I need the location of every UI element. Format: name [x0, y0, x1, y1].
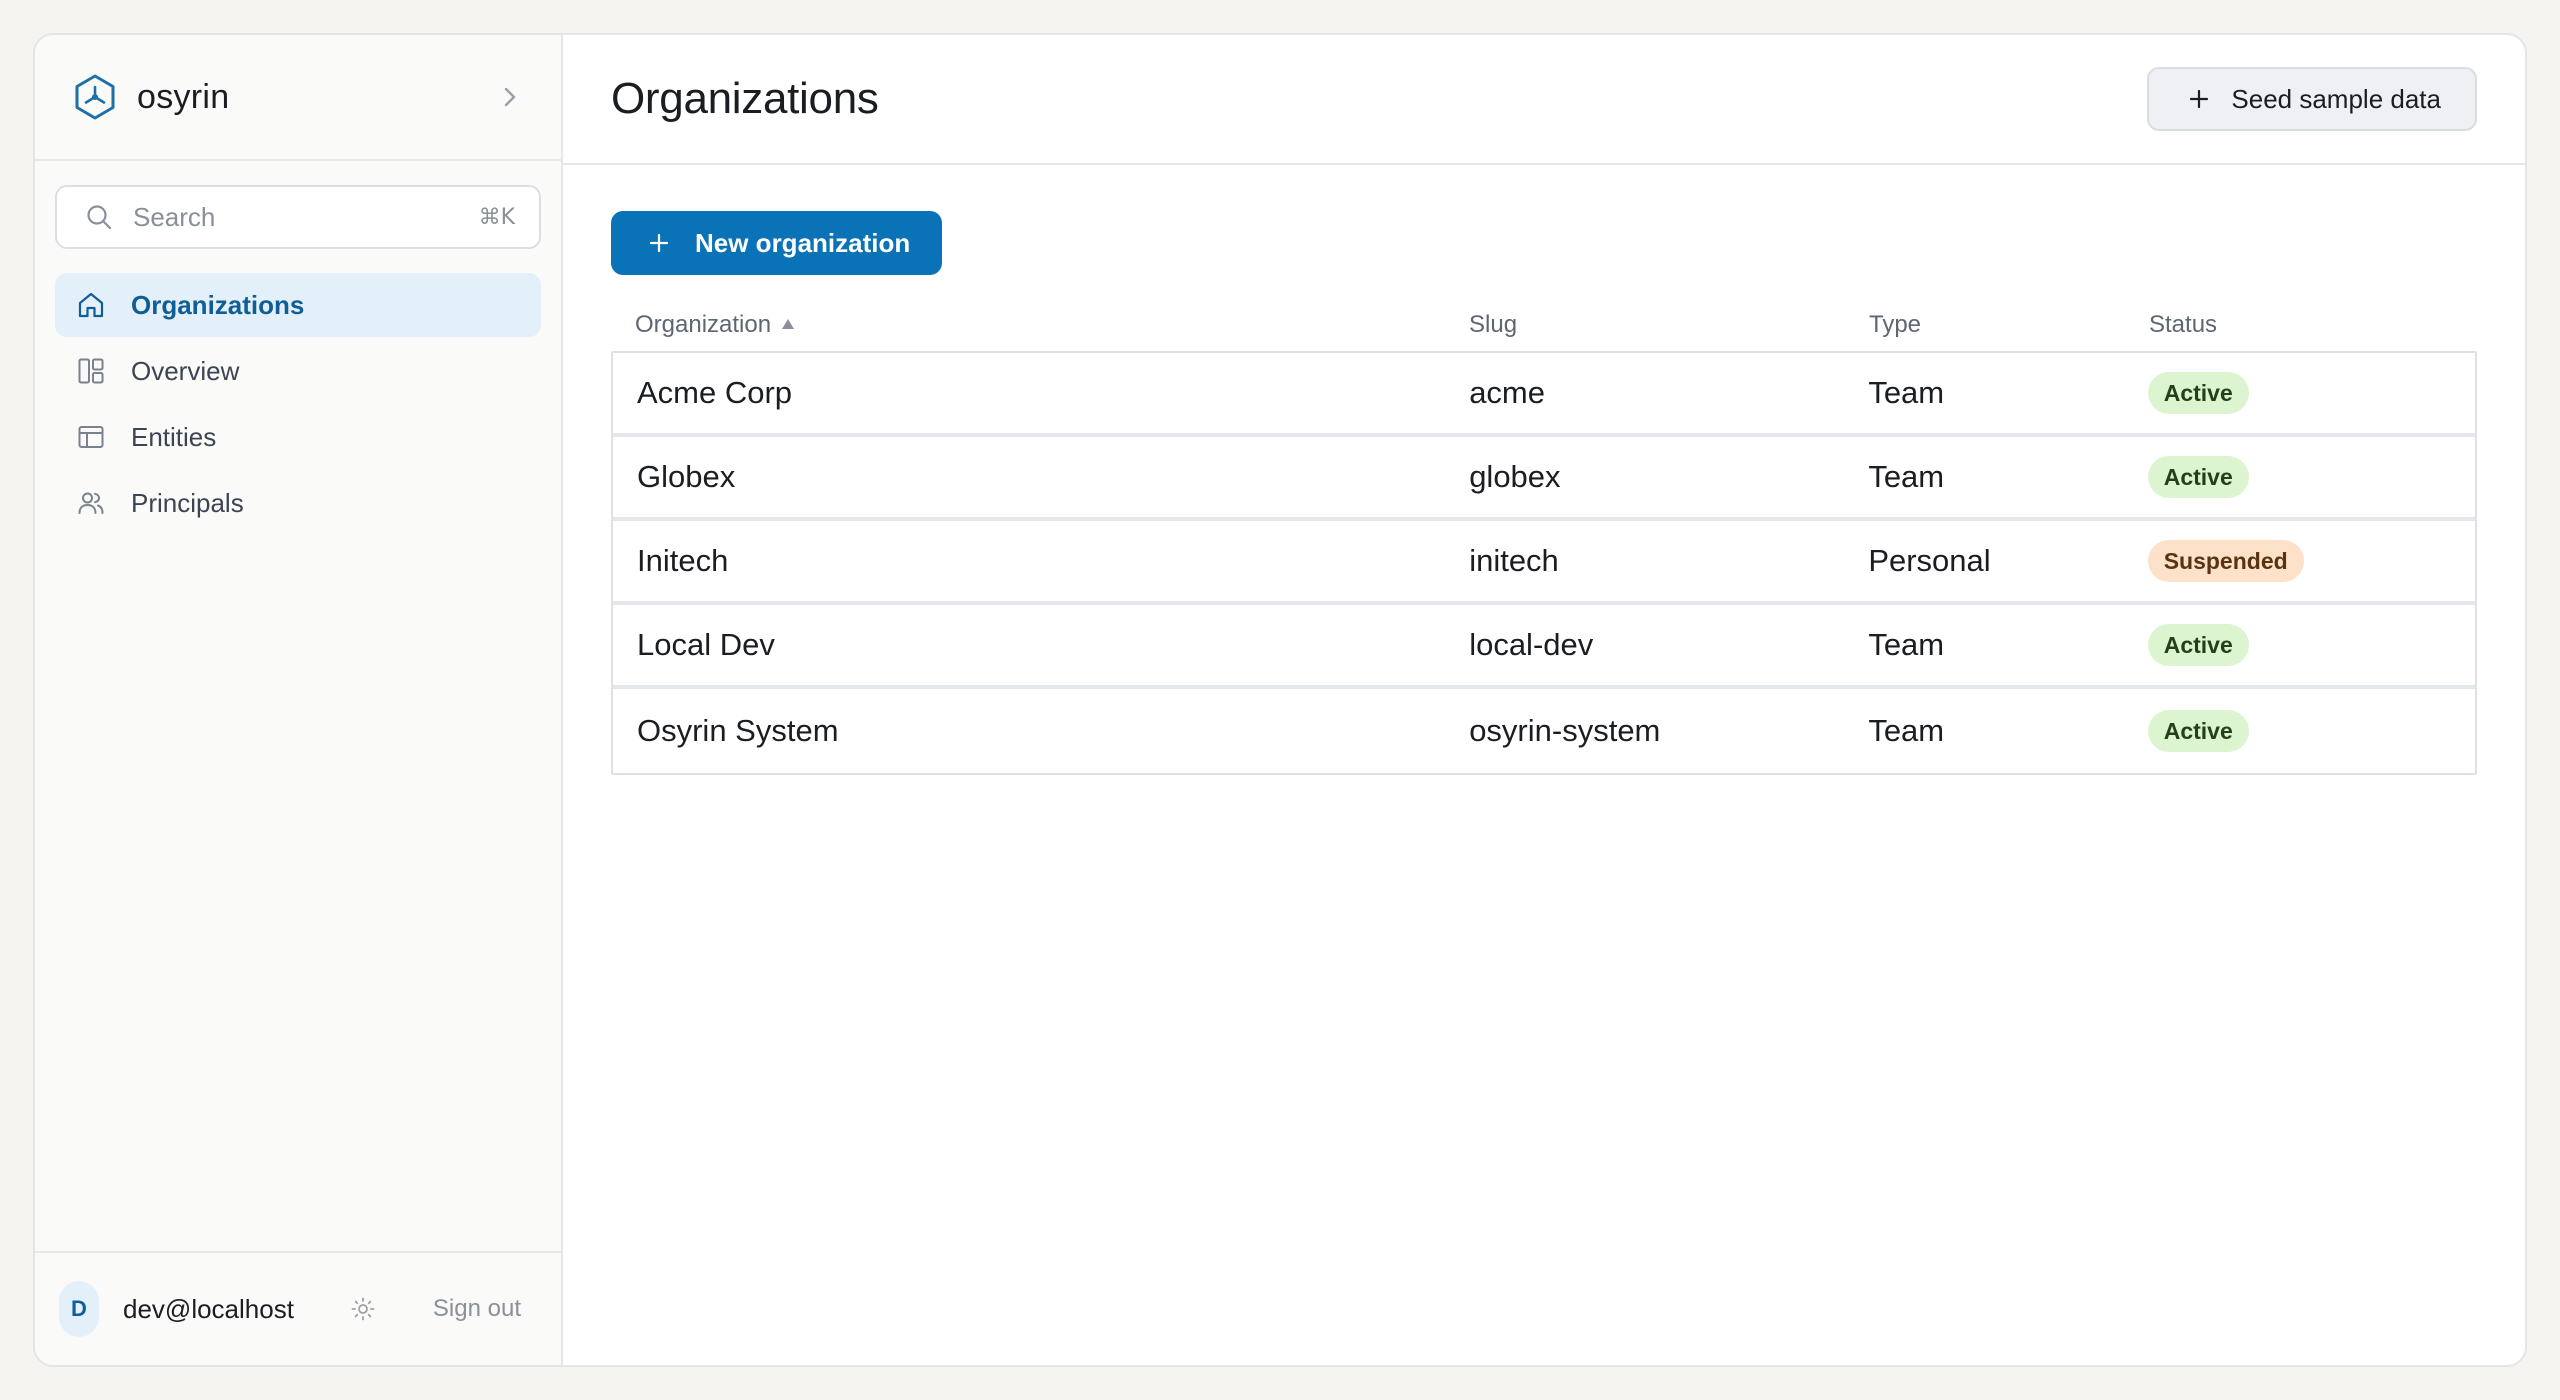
table-row[interactable]: Local Dev local-dev Team Active — [613, 605, 2475, 689]
status-badge: Active — [2147, 624, 2249, 666]
cell-organization: Local Dev — [637, 627, 775, 662]
seed-sample-data-button[interactable]: Seed sample data — [2147, 67, 2477, 131]
app-window: osyrin Search ⌘K Organizations Overview … — [33, 33, 2527, 1367]
cell-organization: Initech — [637, 543, 729, 578]
hexagon-logo-icon — [71, 72, 119, 122]
cell-slug: local-dev — [1469, 627, 1594, 662]
brand-name: osyrin — [137, 77, 230, 116]
column-header-status[interactable]: Status — [2149, 311, 2477, 339]
cell-slug: initech — [1469, 543, 1559, 578]
sort-ascending-icon — [779, 316, 797, 334]
cell-slug: osyrin-system — [1469, 713, 1661, 748]
status-badge: Active — [2147, 456, 2249, 498]
organizations-table: Organization Slug Type Status Acme Corp … — [611, 299, 2477, 775]
column-header-label: Organization — [635, 311, 772, 338]
sidebar-item-label: Organizations — [131, 289, 305, 320]
sidebar-item-principals[interactable]: Principals — [55, 471, 541, 535]
chevron-right-icon[interactable] — [495, 82, 525, 112]
page-title: Organizations — [611, 74, 879, 123]
cell-slug: globex — [1469, 459, 1561, 494]
column-header-slug[interactable]: Slug — [1469, 311, 1869, 339]
new-organization-label: New organization — [695, 227, 911, 258]
cell-type: Team — [1868, 627, 1945, 662]
organizations-section: New organization Organization Slug Type … — [563, 165, 2525, 775]
page-header: Organizations Seed sample data — [563, 35, 2525, 165]
cell-type: Team — [1868, 459, 1945, 494]
sidebar-item-label: Overview — [131, 355, 240, 386]
cell-organization: Acme Corp — [637, 375, 793, 410]
main-content: Organizations Seed sample data New organ… — [563, 35, 2525, 1365]
table-header: Organization Slug Type Status — [611, 299, 2477, 351]
column-header-type[interactable]: Type — [1869, 311, 2149, 339]
user-footer: D dev@localhost Sign out — [35, 1251, 561, 1365]
cell-type: Team — [1868, 713, 1945, 748]
search-icon — [85, 202, 115, 232]
avatar: D — [59, 1281, 99, 1337]
sidebar: osyrin Search ⌘K Organizations Overview … — [35, 35, 563, 1365]
search-input[interactable]: Search ⌘K — [55, 185, 541, 249]
sidebar-item-label: Principals — [131, 487, 244, 518]
cell-status: Suspended — [2147, 540, 2475, 582]
cell-slug: acme — [1469, 375, 1545, 410]
sidebar-nav: Organizations Overview Entities Principa… — [55, 273, 541, 535]
table-row[interactable]: Acme Corp acme Team Active — [613, 353, 2475, 437]
seed-sample-data-label: Seed sample data — [2231, 83, 2441, 114]
dashboard-icon — [75, 355, 107, 387]
brand-header: osyrin — [35, 35, 561, 161]
sidebar-item-label: Entities — [131, 421, 217, 452]
home-icon — [75, 289, 107, 321]
table-row[interactable]: Initech initech Personal Suspended — [613, 521, 2475, 605]
cell-organization: Osyrin System — [637, 713, 839, 748]
status-badge: Suspended — [2147, 540, 2304, 582]
users-icon — [75, 487, 107, 519]
user-email: dev@localhost — [123, 1293, 294, 1324]
status-badge: Active — [2147, 372, 2249, 414]
column-header-organization[interactable]: Organization — [611, 311, 1469, 339]
status-badge: Active — [2147, 710, 2249, 752]
table-row[interactable]: Globex globex Team Active — [613, 437, 2475, 521]
sidebar-item-organizations[interactable]: Organizations — [55, 273, 541, 337]
cell-type: Personal — [1868, 543, 1991, 578]
cell-status: Active — [2147, 624, 2475, 666]
sun-icon[interactable] — [348, 1294, 378, 1324]
cell-status: Active — [2147, 710, 2475, 752]
cell-type: Team — [1868, 375, 1945, 410]
sidebar-item-overview[interactable]: Overview — [55, 339, 541, 403]
table-body: Acme Corp acme Team Active Globex globex… — [611, 351, 2477, 775]
search-placeholder: Search — [133, 201, 216, 232]
sign-out-link[interactable]: Sign out — [433, 1295, 521, 1323]
cell-status: Active — [2147, 456, 2475, 498]
cell-status: Active — [2147, 372, 2475, 414]
plus-icon — [647, 231, 671, 255]
table-row[interactable]: Osyrin System osyrin-system Team Active — [613, 689, 2475, 773]
sidebar-item-entities[interactable]: Entities — [55, 405, 541, 469]
new-organization-button[interactable]: New organization — [611, 211, 943, 275]
table-icon — [75, 421, 107, 453]
search-shortcut: ⌘K — [478, 204, 515, 230]
plus-icon — [2187, 87, 2211, 111]
cell-organization: Globex — [637, 459, 736, 494]
